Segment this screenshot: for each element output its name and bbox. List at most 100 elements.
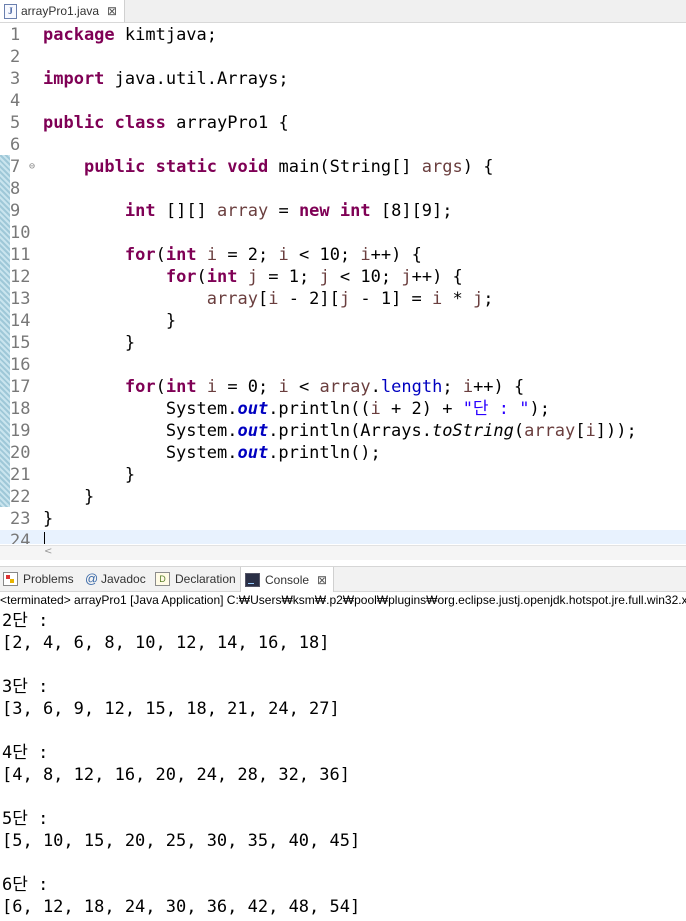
- tab-console[interactable]: Console ⊠: [240, 567, 335, 592]
- code-line[interactable]: 6: [0, 134, 686, 156]
- code-text: }: [43, 333, 136, 353]
- tab-declaration[interactable]: D Declaration: [155, 567, 236, 591]
- console-line: [2, 4, 6, 8, 10, 12, 14, 16, 18]: [2, 633, 330, 653]
- code-line[interactable]: 16: [0, 354, 686, 376]
- code-line[interactable]: 9 int [][] array = new int [8][9];: [0, 200, 686, 222]
- line-number: 14: [10, 311, 31, 331]
- console-icon: [245, 572, 260, 587]
- code-line[interactable]: 2: [0, 46, 686, 68]
- line-number: 10: [10, 223, 31, 243]
- line-number: 4: [10, 91, 21, 111]
- line-number: 18: [10, 399, 31, 419]
- console-line: 4단 :: [2, 743, 49, 763]
- line-number: 23: [10, 509, 31, 529]
- code-line[interactable]: 22 }: [0, 486, 686, 508]
- code-line[interactable]: 4: [0, 90, 686, 112]
- line-number: 19: [10, 421, 31, 441]
- console-output[interactable]: 2단 : [2, 4, 6, 8, 10, 12, 14, 16, 18] 3단 :…: [0, 609, 686, 921]
- line-number: 2: [10, 47, 21, 67]
- problems-icon: [3, 572, 18, 586]
- code-line[interactable]: 23}: [0, 508, 686, 530]
- code-line[interactable]: 18 System.out.println((i + 2) + "단 : ");: [0, 398, 686, 420]
- line-number: 24: [10, 531, 31, 544]
- line-number: 13: [10, 289, 31, 309]
- line-number: 12: [10, 267, 31, 287]
- code-line[interactable]: 5 public class arrayPro1 {: [0, 112, 686, 134]
- line-number: 15: [10, 333, 31, 353]
- line-number: 17: [10, 377, 31, 397]
- fold-collapse-icon[interactable]: ⊖: [29, 156, 35, 178]
- line-number: 3: [10, 69, 21, 89]
- line-number: 22: [10, 487, 31, 507]
- line-number: 20: [10, 443, 31, 463]
- code-text: for(int i = 2; i < 10; i++) {: [124, 245, 422, 265]
- code-line[interactable]: 17 for(int i = 0; i < array.length; i++)…: [0, 376, 686, 398]
- console-line: [5, 10, 15, 20, 25, 30, 35, 40, 45]: [2, 831, 361, 851]
- tab-javadoc-label: Javadoc: [101, 572, 146, 586]
- editor-tab-arraypro1[interactable]: J arrayPro1.java ⊠: [0, 0, 125, 22]
- code-text: }: [43, 509, 54, 529]
- code-text: }: [43, 487, 95, 507]
- console-line: 5단 :: [2, 809, 49, 829]
- scroll-left-arrow-icon[interactable]: <: [44, 546, 52, 557]
- at-sign-icon: @: [85, 571, 99, 586]
- console-line: 3단 :: [2, 677, 49, 697]
- code-text: System.out.println(Arrays.toString(array…: [43, 421, 637, 441]
- code-text: for(int i = 0; i < array.length; i++) {: [124, 377, 525, 397]
- console-line: [6, 12, 18, 24, 30, 36, 42, 48, 54]: [2, 897, 361, 917]
- code-text: }: [43, 311, 177, 331]
- code-line[interactable]: 1 package kimtjava;: [0, 24, 686, 46]
- code-text: for(int j = 1; j < 10; j++) {: [165, 267, 463, 287]
- editor-tab-bar: J arrayPro1.java ⊠: [0, 0, 686, 23]
- code-line[interactable]: 19 System.out.println(Arrays.toString(ar…: [0, 420, 686, 442]
- code-line[interactable]: 21 }: [0, 464, 686, 486]
- line-number: 11: [10, 245, 31, 265]
- line-number: 21: [10, 465, 31, 485]
- declaration-icon: D: [155, 572, 170, 586]
- code-line[interactable]: 15 }: [0, 332, 686, 354]
- code-line[interactable]: 14 }: [0, 310, 686, 332]
- line-number: 6: [10, 135, 21, 155]
- code-line[interactable]: 3 import java.util.Arrays;: [0, 68, 686, 90]
- code-text: }: [43, 465, 136, 485]
- code-line[interactable]: 10: [0, 222, 686, 244]
- code-text: array[i - 2][j - 1] = i * j;: [206, 289, 494, 309]
- editor-tab-label: arrayPro1.java: [21, 4, 100, 18]
- console-line: 6단 :: [2, 875, 49, 895]
- code-text: public static void main(String[] args) {: [83, 157, 494, 177]
- tab-problems-label: Problems: [23, 572, 74, 586]
- code-editor[interactable]: 1 package kimtjava; 2 3 import java.util.Arr…: [0, 23, 686, 544]
- tab-declaration-label: Declaration: [175, 572, 236, 586]
- line-number: 1: [10, 25, 21, 45]
- close-icon[interactable]: ⊠: [317, 573, 327, 587]
- tab-problems[interactable]: Problems: [3, 567, 74, 591]
- line-number: 8: [10, 179, 21, 199]
- code-line[interactable]: 12 for(int j = 1; j < 10; j++) {: [0, 266, 686, 288]
- code-line[interactable]: 8: [0, 178, 686, 200]
- java-file-icon: J: [4, 3, 17, 19]
- code-line[interactable]: 13 array[i - 2][j - 1] = i * j;: [0, 288, 686, 310]
- console-line: 2단 :: [2, 611, 49, 631]
- line-number: 5: [10, 113, 21, 133]
- code-line[interactable]: 11 for(int i = 2; i < 10; i++) {: [0, 244, 686, 266]
- code-text: int [][] array = new int [8][9];: [124, 201, 453, 221]
- code-text: System.out.println((i + 2) + "단 : ");: [43, 399, 550, 419]
- code-text: System.out.println();: [43, 443, 381, 463]
- code-text: package kimtjava;: [43, 25, 218, 45]
- view-tab-bar: Problems @ Javadoc D Declaration Console…: [0, 566, 686, 592]
- code-line[interactable]: 20 System.out.println();: [0, 442, 686, 464]
- code-line[interactable]: 24: [0, 530, 686, 544]
- code-text: import java.util.Arrays;: [43, 69, 289, 89]
- code-line[interactable]: 7 ⊖ public static void main(String[] args…: [0, 156, 686, 178]
- code-text: public class arrayPro1 {: [43, 113, 289, 133]
- line-number: 9: [10, 201, 21, 221]
- horizontal-scrollbar[interactable]: <: [0, 545, 686, 560]
- tab-console-label: Console: [265, 572, 310, 587]
- text-cursor: [44, 532, 45, 544]
- console-line: [3, 6, 9, 12, 15, 18, 21, 24, 27]: [2, 699, 340, 719]
- console-status: <terminated> arrayPro1 [Java Application…: [0, 593, 686, 607]
- console-line: [4, 8, 12, 16, 20, 24, 28, 32, 36]: [2, 765, 350, 785]
- tab-javadoc[interactable]: @ Javadoc: [85, 567, 146, 591]
- line-number: 16: [10, 355, 31, 375]
- close-icon[interactable]: ⊠: [107, 4, 117, 18]
